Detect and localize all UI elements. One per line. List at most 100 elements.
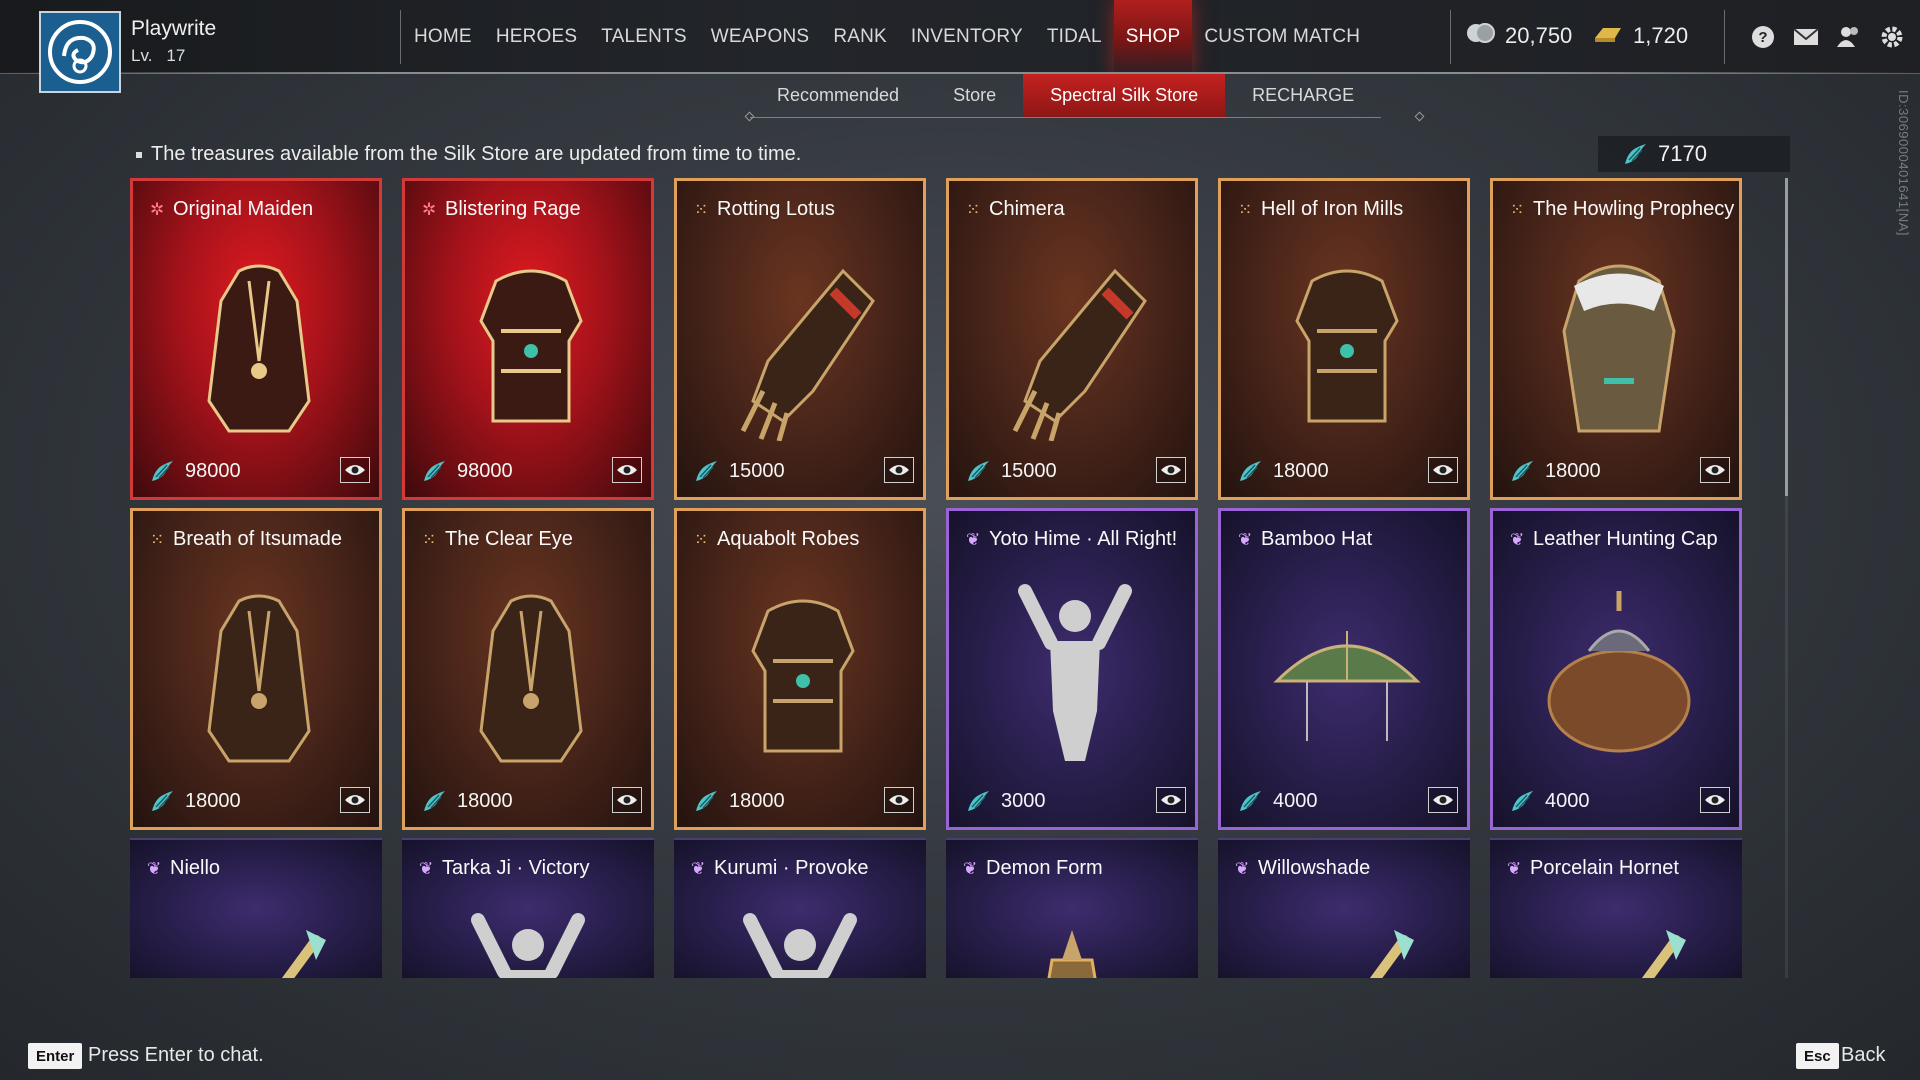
emote-icon <box>471 913 585 978</box>
ingot-amount: 1,720 <box>1633 23 1689 48</box>
coin-stack-icon <box>1465 22 1495 50</box>
player-avatar[interactable] <box>39 11 121 93</box>
item-name: Rotting Lotus <box>717 198 835 220</box>
nav-custom-match[interactable]: CUSTOM MATCH <box>1192 0 1372 74</box>
currency-divider <box>1450 10 1451 64</box>
item-price: 15000 <box>693 459 785 483</box>
shop-item-card[interactable]: ❦ Tarka Ji · Victory <box>402 838 654 978</box>
rarity-icon: ✲ <box>150 200 165 219</box>
subtab-recommended[interactable]: Recommended <box>750 74 926 117</box>
item-name: Demon Form <box>986 857 1103 879</box>
rarity-icon: ✲ <box>422 200 437 219</box>
item-price-value: 98000 <box>185 459 241 482</box>
player-name: Playwrite <box>131 17 217 40</box>
gold-ingot-icon <box>1593 22 1623 50</box>
shop-item-card[interactable]: ✲ Original Maiden 98000 <box>130 178 382 500</box>
friends-icon[interactable] <box>1836 24 1862 50</box>
shop-item-card[interactable]: ❦ Kurumi · Provoke <box>674 838 926 978</box>
silk-icon <box>1240 461 1261 481</box>
rarity-icon: ⁙ <box>422 530 437 549</box>
fur-coat-icon <box>1562 264 1676 433</box>
lantern-icon <box>1047 930 1097 978</box>
shop-item-card[interactable]: ✲ Blistering Rage 98000 <box>402 178 654 500</box>
level-value: 17 <box>166 46 186 65</box>
preview-eye-icon[interactable] <box>612 787 642 813</box>
item-name: The Howling Prophecy <box>1533 198 1735 220</box>
preview-eye-icon[interactable] <box>884 457 914 483</box>
rarity-icon: ❦ <box>963 859 978 878</box>
preview-eye-icon[interactable] <box>884 787 914 813</box>
rarity-icon: ⁙ <box>150 530 165 549</box>
item-name: Tarka Ji · Victory <box>442 857 590 879</box>
subtab-store[interactable]: Store <box>926 74 1023 117</box>
preview-eye-icon[interactable] <box>1156 457 1186 483</box>
nav-home[interactable]: HOME <box>402 0 484 74</box>
silk-icon <box>424 461 445 481</box>
icons-divider <box>1724 10 1725 64</box>
subtab-recharge[interactable]: RECHARGE <box>1225 74 1381 117</box>
shop-item-card[interactable]: ⁙ Hell of Iron Mills 18000 <box>1218 178 1470 500</box>
preview-eye-icon[interactable] <box>1700 457 1730 483</box>
silk-icon <box>968 461 989 481</box>
settings-icon[interactable] <box>1879 24 1905 50</box>
item-name: The Clear Eye <box>445 528 573 550</box>
nav-tidal[interactable]: TIDAL <box>1035 0 1114 74</box>
item-price: 3000 <box>965 789 1046 813</box>
preview-eye-icon[interactable] <box>340 787 370 813</box>
silk-balance: 7170 <box>1598 136 1790 172</box>
shop-item-card[interactable]: ⁙ The Howling Prophecy 18000 <box>1490 178 1742 500</box>
subtab-spectral-silk-store[interactable]: Spectral Silk Store <box>1023 74 1226 117</box>
preview-eye-icon[interactable] <box>1700 787 1730 813</box>
top-bar: Playwrite Lv. 17 HOME HEROES TALENTS WEAPONS… <box>0 0 1920 93</box>
gold-amount: 20,750 <box>1505 23 1573 48</box>
item-price-value: 15000 <box>729 459 785 482</box>
ingot-currency: 1,720 <box>1593 22 1688 50</box>
silk-icon <box>1512 461 1533 481</box>
shop-item-card[interactable]: ❦ Niello <box>130 838 382 978</box>
shop-item-card[interactable]: ❦ Demon Form <box>946 838 1198 978</box>
shop-item-card[interactable]: ❦ Porcelain Hornet <box>1490 838 1742 978</box>
shop-item-card[interactable]: ❦ Leather Hunting Cap 4000 <box>1490 508 1742 830</box>
help-icon[interactable]: ? <box>1750 24 1776 50</box>
item-price: 4000 <box>1509 789 1590 813</box>
silk-icon <box>1625 144 1646 164</box>
item-price: 15000 <box>965 459 1057 483</box>
player-level: Lv. 17 <box>131 46 185 66</box>
scrollbar-thumb[interactable] <box>1785 178 1788 496</box>
item-price: 18000 <box>149 789 241 813</box>
shop-item-card[interactable]: ❦ Bamboo Hat 4000 <box>1218 508 1470 830</box>
item-name: Willowshade <box>1258 857 1371 879</box>
shop-item-card[interactable]: ⁙ Chimera 15000 <box>946 178 1198 500</box>
esc-key-hint: Esc <box>1796 1043 1839 1069</box>
shop-item-card[interactable]: ❦ Yoto Hime · All Right! 3000 <box>946 508 1198 830</box>
rarity-icon: ❦ <box>1238 530 1253 549</box>
outfit-icon <box>479 594 583 763</box>
shop-item-card[interactable]: ❦ Willowshade <box>1218 838 1470 978</box>
item-price: 98000 <box>421 459 513 483</box>
mail-icon[interactable] <box>1793 24 1819 50</box>
shop-item-card[interactable]: ⁙ The Clear Eye 18000 <box>402 508 654 830</box>
back-button[interactable]: Back <box>1841 1044 1885 1067</box>
preview-eye-icon[interactable] <box>1428 787 1458 813</box>
shop-item-card[interactable]: ⁙ Rotting Lotus 15000 <box>674 178 926 500</box>
preview-eye-icon[interactable] <box>1156 787 1186 813</box>
nav-heroes[interactable]: HEROES <box>484 0 589 74</box>
outfit-icon <box>207 264 311 433</box>
chat-hint[interactable]: Press Enter to chat. <box>88 1044 264 1067</box>
nav-rank[interactable]: RANK <box>821 0 899 74</box>
preview-eye-icon[interactable] <box>340 457 370 483</box>
silk-icon <box>152 461 173 481</box>
nav-talents[interactable]: TALENTS <box>589 0 699 74</box>
gold-currency: 20,750 <box>1465 22 1572 50</box>
nav-inventory[interactable]: INVENTORY <box>899 0 1035 74</box>
nav-shop[interactable]: SHOP <box>1113 0 1193 74</box>
shop-item-card[interactable]: ⁙ Aquabolt Robes 18000 <box>674 508 926 830</box>
nav-weapons[interactable]: WEAPONS <box>699 0 822 74</box>
preview-eye-icon[interactable] <box>1428 457 1458 483</box>
enter-key-hint: Enter <box>28 1043 83 1069</box>
item-name: Kurumi · Provoke <box>714 857 869 879</box>
shop-item-card[interactable]: ⁙ Breath of Itsumade 18000 <box>130 508 382 830</box>
preview-eye-icon[interactable] <box>612 457 642 483</box>
armor-icon <box>751 599 855 753</box>
item-name: Original Maiden <box>173 198 314 220</box>
